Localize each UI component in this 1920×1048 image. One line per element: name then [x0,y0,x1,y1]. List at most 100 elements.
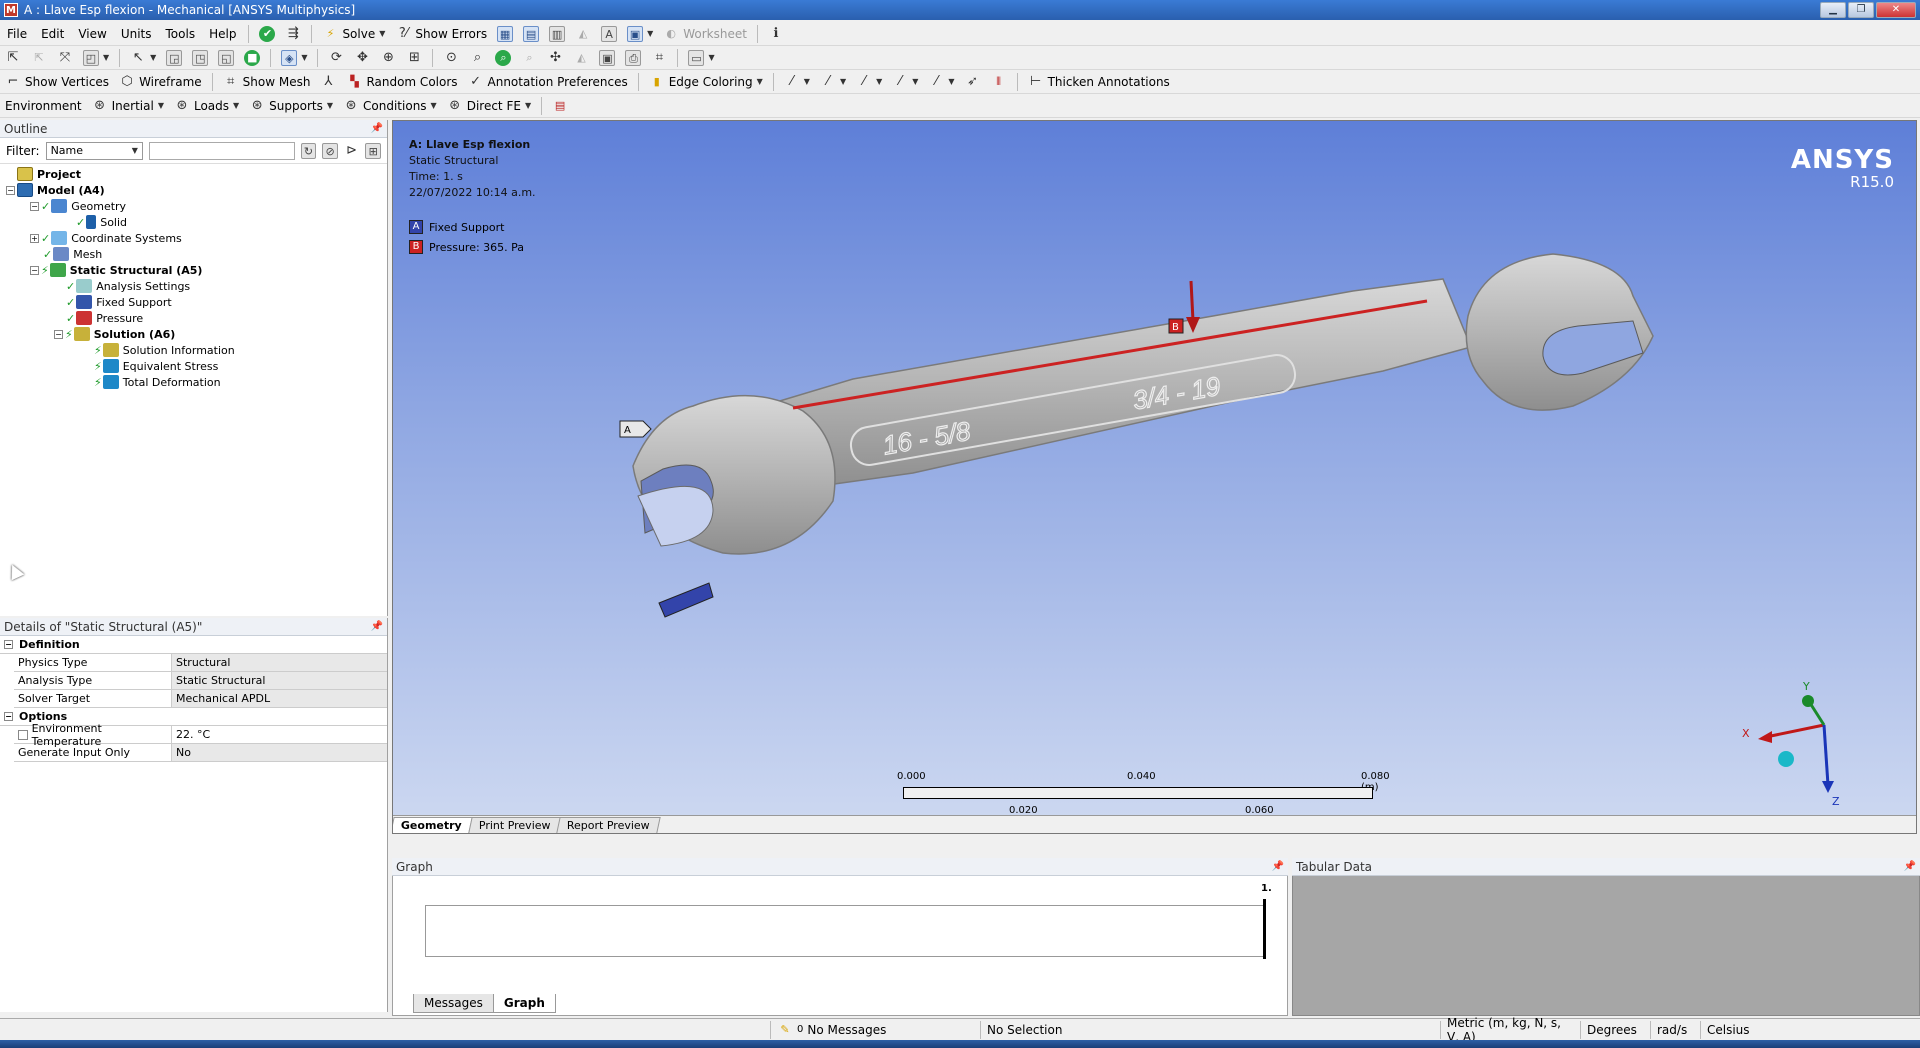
filter-select[interactable]: Name ▼ [45,141,143,160]
status-rotation-units[interactable]: rad/s [1650,1020,1700,1039]
tree-node-mesh[interactable]: ✓ Mesh [6,246,387,262]
rotate-button[interactable]: ⟳ [323,48,349,68]
tab-geometry[interactable]: Geometry [393,817,473,833]
iso-view-button[interactable]: ✣ [542,48,568,68]
viewport-button[interactable]: ▣ [594,48,620,68]
menu-view[interactable]: View [71,27,113,41]
graph-plot-area[interactable] [425,905,1265,957]
edge-style-2-button[interactable]: ⁄ ▼ [815,72,851,92]
next-view-button[interactable]: ◭ [568,48,594,68]
definition-group[interactable]: − Definition [0,636,387,654]
collapse-icon[interactable]: − [6,185,15,195]
pin-icon[interactable]: 📌 [1272,861,1284,872]
tree-node-fixed-support[interactable]: ✓ Fixed Support [6,294,387,310]
zoom-to-fit-button[interactable]: ⌕ [490,48,516,68]
legend-item-pressure[interactable]: B Pressure: 365. Pa [409,237,524,257]
collapse-icon[interactable]: − [54,329,63,339]
edge-style-3-button[interactable]: ⁄ ▼ [851,72,887,92]
chevron-down-icon[interactable]: ▼ [804,77,810,86]
chevron-down-icon[interactable]: ▼ [379,29,385,38]
show-vertices-button[interactable]: ⌐ Show Vertices [0,72,114,92]
chevron-down-icon[interactable]: ▼ [301,53,307,62]
layout-button[interactable]: ▭ ▼ [683,48,719,68]
chevron-down-icon[interactable]: ▼ [647,29,653,38]
tab-messages[interactable]: Messages [413,994,494,1013]
chevron-down-icon[interactable]: ▼ [103,53,109,62]
status-temperature-units[interactable]: Celsius [1700,1020,1780,1039]
thicken-annotations-button[interactable]: ⊢ Thicken Annotations [1023,72,1175,92]
check-button[interactable]: ✔ [254,24,280,44]
conditions-button[interactable]: ⊛ Conditions ▼ [338,96,442,116]
pan-button[interactable]: ✥ [349,48,375,68]
worksheet-button[interactable]: ◐ Worksheet [658,24,752,44]
chevron-down-icon[interactable]: ▼ [150,53,156,62]
chevron-down-icon[interactable]: ▼ [327,101,333,110]
select-face-button[interactable]: ◱ [213,48,239,68]
select-edge-button[interactable]: ◳ [187,48,213,68]
insert-report-button[interactable]: ▥ [544,24,570,44]
chevron-down-icon[interactable]: ▼ [912,77,918,86]
show-mesh-button[interactable]: ⌗ Show Mesh [218,72,316,92]
select-pointer-button[interactable]: ↖ ▼ [125,48,161,68]
expand-icon[interactable]: + [30,233,39,243]
collapse-icon[interactable]: − [4,640,13,649]
property-value[interactable]: 22. °C [172,726,387,743]
refresh-icon[interactable]: ↻ [300,142,317,159]
tree-node-equivalent-stress[interactable]: ⚡ Equivalent Stress [6,358,387,374]
triad-origin-ball[interactable] [1778,751,1794,767]
extend-button[interactable]: ⤧ [52,48,78,68]
insert-table-button[interactable]: ▤ [518,24,544,44]
property-value[interactable]: No [172,744,387,761]
minimize-button[interactable]: ▁ [1820,2,1846,18]
direct-fe-button[interactable]: ⊛ Direct FE ▼ [442,96,536,116]
tabular-data-panel[interactable] [1292,858,1920,1016]
chevron-down-icon[interactable]: ▼ [840,77,846,86]
filter-input[interactable] [148,141,295,160]
tree-node-geometry[interactable]: − ✓ Geometry [6,198,387,214]
menu-units[interactable]: Units [114,27,159,41]
wrench-model[interactable]: 16 - 5/8 3/4 - 19 B A [393,121,1917,834]
status-messages[interactable]: ✎ 0 No Messages [770,1020,980,1039]
tab-print-preview[interactable]: Print Preview [468,817,562,833]
edge-style-1-button[interactable]: ⁄ ▼ [779,72,815,92]
inertial-button[interactable]: ⊛ Inertial ▼ [87,96,169,116]
status-units[interactable]: Metric (m, kg, N, s, V, A) [1440,1016,1580,1044]
insert-text-button[interactable]: A [596,24,622,44]
select-mesh-button[interactable]: ◈ ▼ [276,48,312,68]
chevron-down-icon[interactable]: ▼ [158,101,164,110]
tree-node-pressure[interactable]: ✓ Pressure [6,310,387,326]
insert-chart-button[interactable]: ▦ [492,24,518,44]
select-type-button[interactable]: ◰ ▼ [78,48,114,68]
collapse-icon[interactable]: − [30,201,39,211]
legend-item-fixed-support[interactable]: A Fixed Support [409,217,524,237]
close-button[interactable]: ✕ [1876,2,1916,18]
tree-node-total-deformation[interactable]: ⚡ Total Deformation [6,374,387,390]
chevron-down-icon[interactable]: ▼ [708,53,714,62]
tree-button[interactable]: ⇶ [280,24,306,44]
edge-thickness-button[interactable]: ⫴ [986,72,1012,92]
graph-time-line[interactable] [1263,899,1266,959]
restore-button[interactable]: ❐ [1848,2,1874,18]
tab-report-preview[interactable]: Report Preview [556,817,661,833]
solve-button[interactable]: ⚡ Solve ▼ [317,24,390,44]
select-filter-button[interactable]: ⇱ [26,48,52,68]
zoom-button[interactable]: ⊕ [375,48,401,68]
filter-options-icon[interactable]: ⊳ [344,143,360,159]
chevron-down-icon[interactable]: ▼ [876,77,882,86]
menu-file[interactable]: File [0,27,34,41]
status-angle-units[interactable]: Degrees [1580,1020,1650,1039]
edge-coloring-button[interactable]: ▮ Edge Coloring ▼ [644,72,768,92]
menu-tools[interactable]: Tools [159,27,203,41]
parameter-checkbox[interactable] [18,729,28,740]
expand-all-icon[interactable]: ⊞ [365,142,381,159]
magnifier-button[interactable]: ⌕ [464,48,490,68]
tree-node-model[interactable]: − Model (A4) [6,182,387,198]
tree-node-solution[interactable]: − ⚡ Solution (A6) [6,326,387,342]
tree-node-analysis-settings[interactable]: ✓ Analysis Settings [6,278,387,294]
tree-node-static-structural[interactable]: − ⚡ Static Structural (A5) [6,262,387,278]
supports-button[interactable]: ⊛ Supports ▼ [244,96,338,116]
image-button[interactable]: ▣ ▼ [622,24,658,44]
property-value[interactable]: Static Structural [172,672,387,689]
graphics-viewport[interactable]: 16 - 5/8 3/4 - 19 B A A: Llave Esp flexi… [392,120,1917,834]
property-value[interactable]: Mechanical APDL [172,690,387,707]
